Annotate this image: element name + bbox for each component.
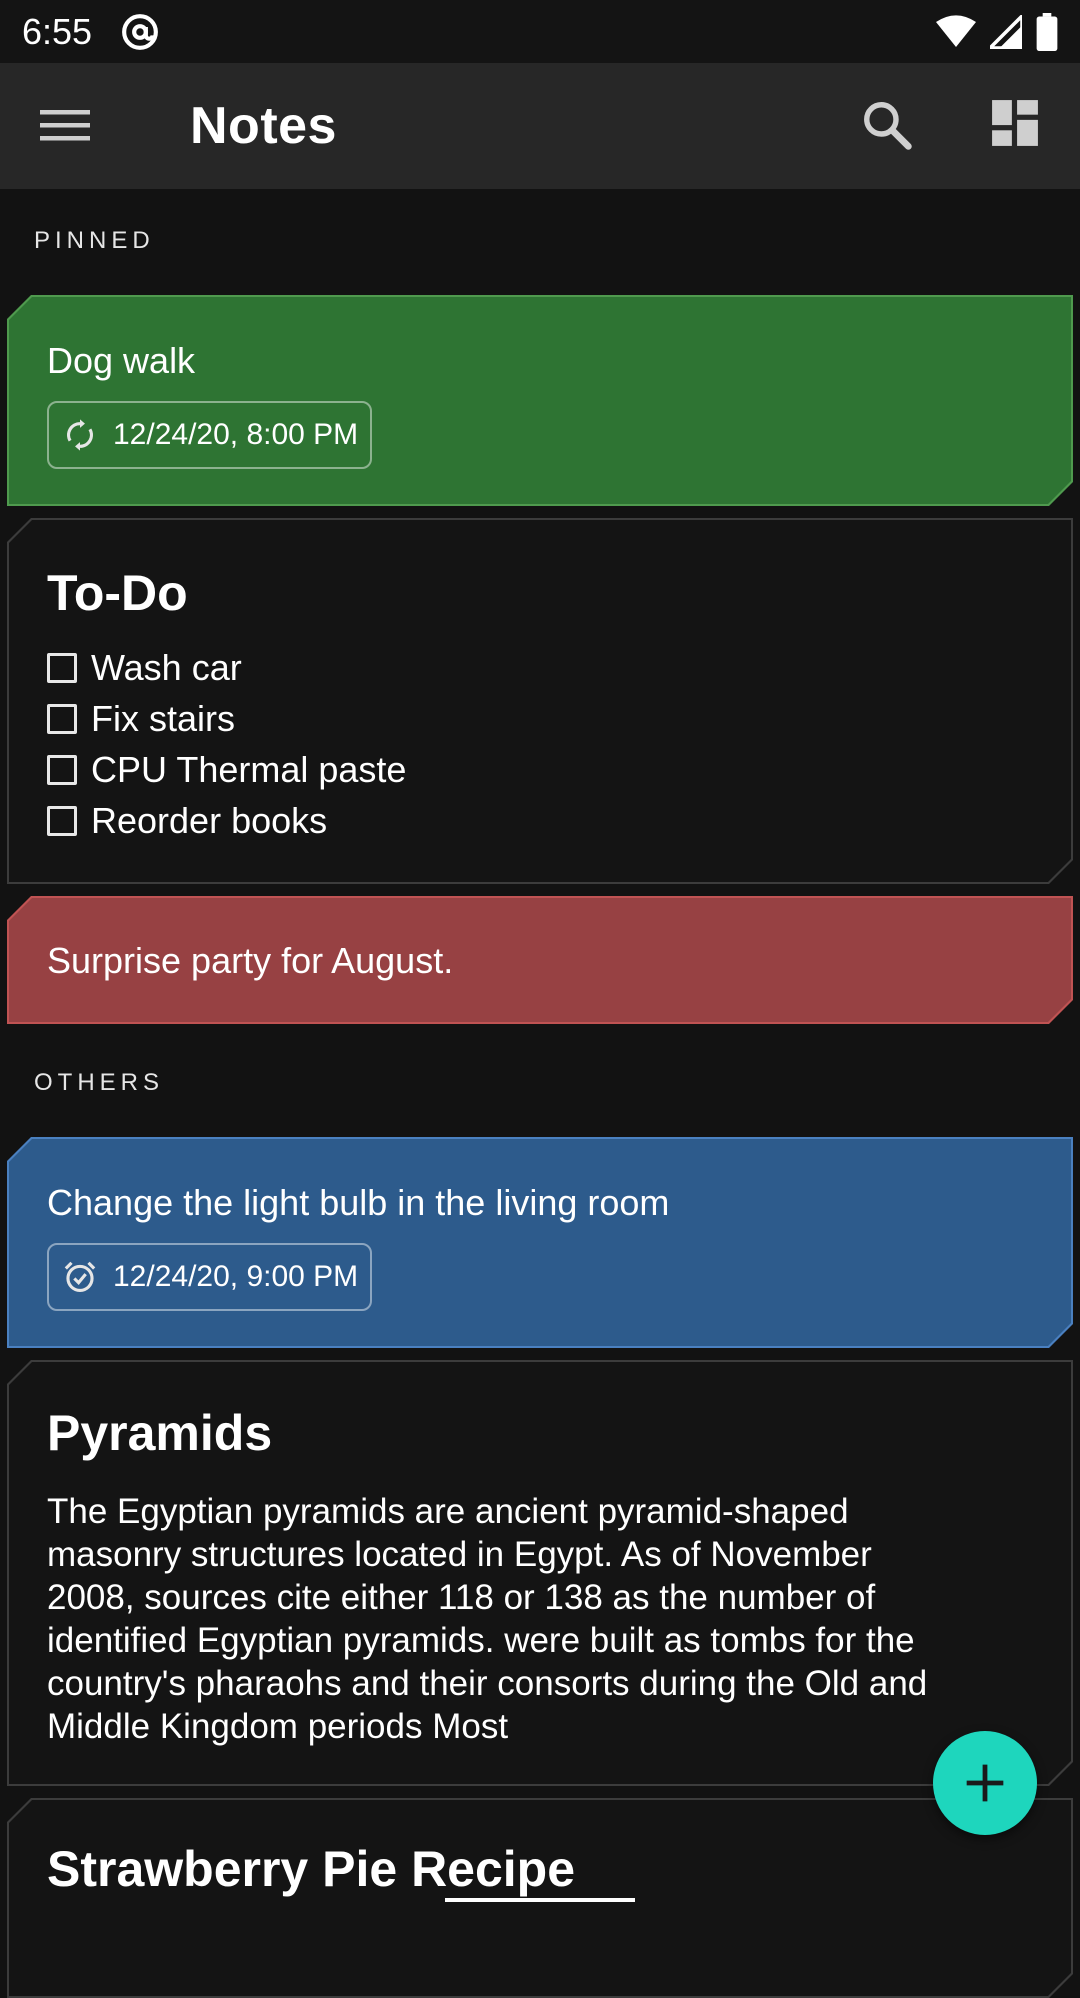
note-card-pyramids[interactable]: Pyramids The Egyptian pyramids are ancie…: [7, 1360, 1073, 1786]
checkbox[interactable]: [47, 755, 77, 785]
menu-button[interactable]: [40, 101, 100, 151]
status-bar: 6:55: [0, 0, 1080, 63]
note-card-todo[interactable]: To-Do Wash car Fix stairs CPU Thermal pa…: [7, 518, 1073, 884]
checkbox[interactable]: [47, 704, 77, 734]
app-toolbar: Notes: [0, 63, 1080, 189]
note-card-light-bulb[interactable]: Change the light bulb in the living room…: [7, 1137, 1073, 1348]
checklist-item-label: Wash car: [91, 647, 242, 688]
layout-toggle-button[interactable]: [990, 98, 1042, 150]
note-body-line: 2008, sources cite either 118 or 138 as …: [47, 1578, 876, 1617]
note-body-line: identified Egyptian pyramids. were built…: [47, 1621, 915, 1660]
note-text: Surprise party for August.: [47, 940, 454, 981]
reminder-chip[interactable]: 12/24/20, 9:00 PM: [47, 1243, 372, 1311]
reminder-text: 12/24/20, 9:00 PM: [113, 1260, 359, 1293]
checklist-item: Wash car: [47, 647, 242, 689]
checklist-item: Reorder books: [47, 800, 327, 842]
checklist-item-label: Fix stairs: [91, 698, 235, 739]
title-underline: [445, 1898, 635, 1902]
dashboard-layout-icon: [992, 100, 1038, 146]
note-title: Pyramids: [47, 1405, 273, 1461]
note-card-dog-walk[interactable]: Dog walk 12/24/20, 8:00 PM: [7, 295, 1073, 506]
at-sign-icon: [122, 13, 158, 50]
note-body-line: The Egyptian pyramids are ancient pyrami…: [47, 1492, 849, 1531]
checklist-item: CPU Thermal paste: [47, 749, 406, 791]
wifi-icon: [936, 14, 976, 47]
note-title: Strawberry Pie Recipe: [47, 1841, 576, 1897]
note-title: To-Do: [47, 565, 188, 621]
note-text: Dog walk: [47, 340, 196, 381]
note-body-line: Middle Kingdom periods Most: [47, 1707, 509, 1746]
add-note-button[interactable]: [933, 1731, 1037, 1835]
status-time: 6:55: [22, 10, 93, 52]
search-button[interactable]: [860, 98, 918, 156]
plus-icon: [966, 1764, 1004, 1802]
section-label-others: OTHERS: [34, 1069, 165, 1096]
note-body-line: masonry structures located in Egypt. As …: [47, 1535, 872, 1574]
reminder-text: 12/24/20, 8:00 PM: [113, 418, 359, 451]
note-text: Change the light bulb in the living room: [47, 1182, 670, 1223]
reminder-chip[interactable]: 12/24/20, 8:00 PM: [47, 401, 372, 469]
menu-icon: [40, 110, 90, 141]
checklist-item-label: CPU Thermal paste: [91, 749, 407, 790]
note-body: The Egyptian pyramids are ancient pyrami…: [47, 1490, 1057, 1748]
checkbox[interactable]: [47, 653, 77, 683]
checklist-item: Fix stairs: [47, 698, 235, 740]
alarm-icon: [63, 1260, 97, 1294]
battery-icon: [1036, 12, 1058, 51]
repeat-icon: [63, 418, 97, 452]
signal-icon: [990, 14, 1022, 49]
checkbox[interactable]: [47, 806, 77, 836]
note-body-line: country's pharaohs and their consorts du…: [47, 1664, 928, 1703]
checklist-item-label: Reorder books: [91, 800, 328, 841]
section-label-pinned: PINNED: [34, 227, 155, 254]
search-icon: [864, 102, 912, 150]
page-title: Notes: [190, 97, 337, 155]
note-card-surprise-party[interactable]: Surprise party for August.: [7, 896, 1073, 1024]
